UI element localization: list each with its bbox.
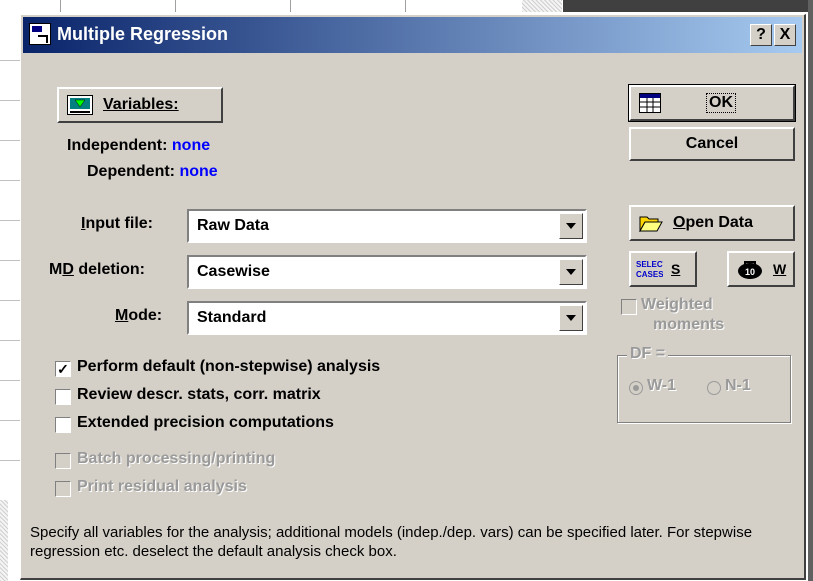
mode-label: Mode: bbox=[115, 307, 163, 324]
svg-text:CASES: CASES bbox=[636, 270, 663, 279]
print-residual-checkbox[interactable] bbox=[55, 481, 71, 497]
mode-dropdown-arrow-icon[interactable] bbox=[559, 305, 583, 331]
variables-icon bbox=[67, 95, 93, 115]
sheet-gridline bbox=[0, 100, 20, 101]
weight-icon: 10 bbox=[738, 261, 762, 279]
sheet-hatch bbox=[0, 500, 8, 581]
cancel-button[interactable]: Cancel bbox=[629, 127, 795, 161]
sheet-gridline bbox=[0, 220, 20, 221]
sheet-gridline bbox=[0, 460, 20, 461]
extended-precision-checkbox[interactable] bbox=[55, 417, 71, 433]
perform-default-analysis-checkbox[interactable]: ✓ bbox=[55, 361, 71, 377]
print-residual-label: Print residual analysis bbox=[77, 478, 247, 495]
ok-label: OK bbox=[706, 93, 736, 113]
input-file-value: Raw Data bbox=[197, 217, 270, 234]
app-icon bbox=[29, 23, 51, 45]
weighted-moments-label: Weighted bbox=[641, 296, 713, 313]
sheet-gridline bbox=[0, 380, 20, 381]
mode-select[interactable]: Standard bbox=[187, 301, 587, 335]
weighted-moments-label-line2: moments bbox=[653, 316, 725, 333]
window-title: Multiple Regression bbox=[57, 24, 229, 44]
title-bar[interactable]: Multiple Regression ? X bbox=[23, 17, 802, 53]
md-deletion-select[interactable]: Casewise bbox=[187, 255, 587, 289]
sheet-gridline bbox=[0, 140, 20, 141]
sheet-right-edge bbox=[808, 0, 813, 581]
input-file-label: Input file: bbox=[81, 215, 153, 232]
df-group-title: DF = bbox=[627, 345, 669, 363]
sheet-gridline bbox=[0, 60, 20, 61]
perform-default-analysis-label: Perform default (non-stepwise) analysis bbox=[77, 358, 381, 375]
review-descr-stats-checkbox[interactable] bbox=[55, 389, 71, 405]
svg-text:SELECT: SELECT bbox=[636, 260, 663, 269]
variables-button-label: Variables: bbox=[103, 96, 179, 113]
df-groupbox bbox=[617, 355, 791, 423]
independent-label: Independent: bbox=[67, 137, 168, 154]
select-cases-shortcut: S bbox=[671, 261, 681, 277]
sheet-gridline bbox=[405, 0, 406, 12]
weight-shortcut: W bbox=[773, 261, 787, 277]
variables-button[interactable]: Variables: bbox=[57, 87, 223, 123]
df-w1-radio[interactable] bbox=[629, 381, 643, 395]
md-deletion-dropdown-arrow-icon[interactable] bbox=[559, 259, 583, 285]
md-deletion-label: MD deletion: bbox=[49, 261, 145, 278]
df-n1-label: N-1 bbox=[725, 377, 751, 394]
sheet-gridline bbox=[0, 180, 20, 181]
batch-processing-checkbox[interactable] bbox=[55, 453, 71, 469]
close-button[interactable]: X bbox=[774, 24, 796, 46]
sheet-gridline bbox=[0, 420, 20, 421]
help-text: Specify all variables for the analysis; … bbox=[30, 524, 753, 560]
help-button[interactable]: ? bbox=[750, 24, 772, 46]
sheet-gridline bbox=[175, 0, 176, 12]
dependent-value: none bbox=[179, 163, 218, 180]
sheet-gridline bbox=[60, 0, 61, 12]
sheet-hatch bbox=[522, 0, 562, 12]
independent-value: none bbox=[171, 137, 211, 154]
df-n1-radio[interactable] bbox=[707, 381, 721, 395]
select-cases-icon: SELECT CASES bbox=[635, 258, 663, 280]
input-file-select[interactable]: Raw Data bbox=[187, 209, 587, 243]
mode-value: Standard bbox=[197, 309, 267, 326]
select-cases-button[interactable]: SELECT CASES S bbox=[629, 251, 697, 287]
extended-precision-label: Extended precision computations bbox=[77, 414, 334, 431]
sheet-dark-area bbox=[563, 0, 813, 12]
input-file-dropdown-arrow-icon[interactable] bbox=[559, 213, 583, 239]
dependent-label: Dependent: bbox=[87, 163, 175, 180]
ok-button[interactable]: OK bbox=[628, 84, 796, 122]
sheet-gridline bbox=[0, 300, 20, 301]
sheet-gridline bbox=[0, 340, 20, 341]
folder-open-icon bbox=[639, 216, 663, 232]
open-data-button[interactable]: Open Data bbox=[629, 205, 795, 241]
weight-button[interactable]: 10 W bbox=[727, 251, 795, 287]
df-w1-label: W-1 bbox=[647, 377, 677, 394]
md-deletion-value: Casewise bbox=[197, 263, 270, 280]
sheet-gridline bbox=[290, 0, 291, 12]
sheet-gridline bbox=[0, 260, 20, 261]
table-icon bbox=[639, 93, 661, 113]
weighted-moments-checkbox[interactable] bbox=[621, 299, 637, 315]
open-data-label: Open Data bbox=[673, 214, 754, 231]
batch-processing-label: Batch processing/printing bbox=[77, 450, 276, 467]
review-descr-stats-label: Review descr. stats, corr. matrix bbox=[77, 386, 321, 403]
multiple-regression-dialog: Multiple Regression ? X Variables: Indep… bbox=[20, 14, 806, 580]
svg-text:10: 10 bbox=[745, 267, 755, 277]
